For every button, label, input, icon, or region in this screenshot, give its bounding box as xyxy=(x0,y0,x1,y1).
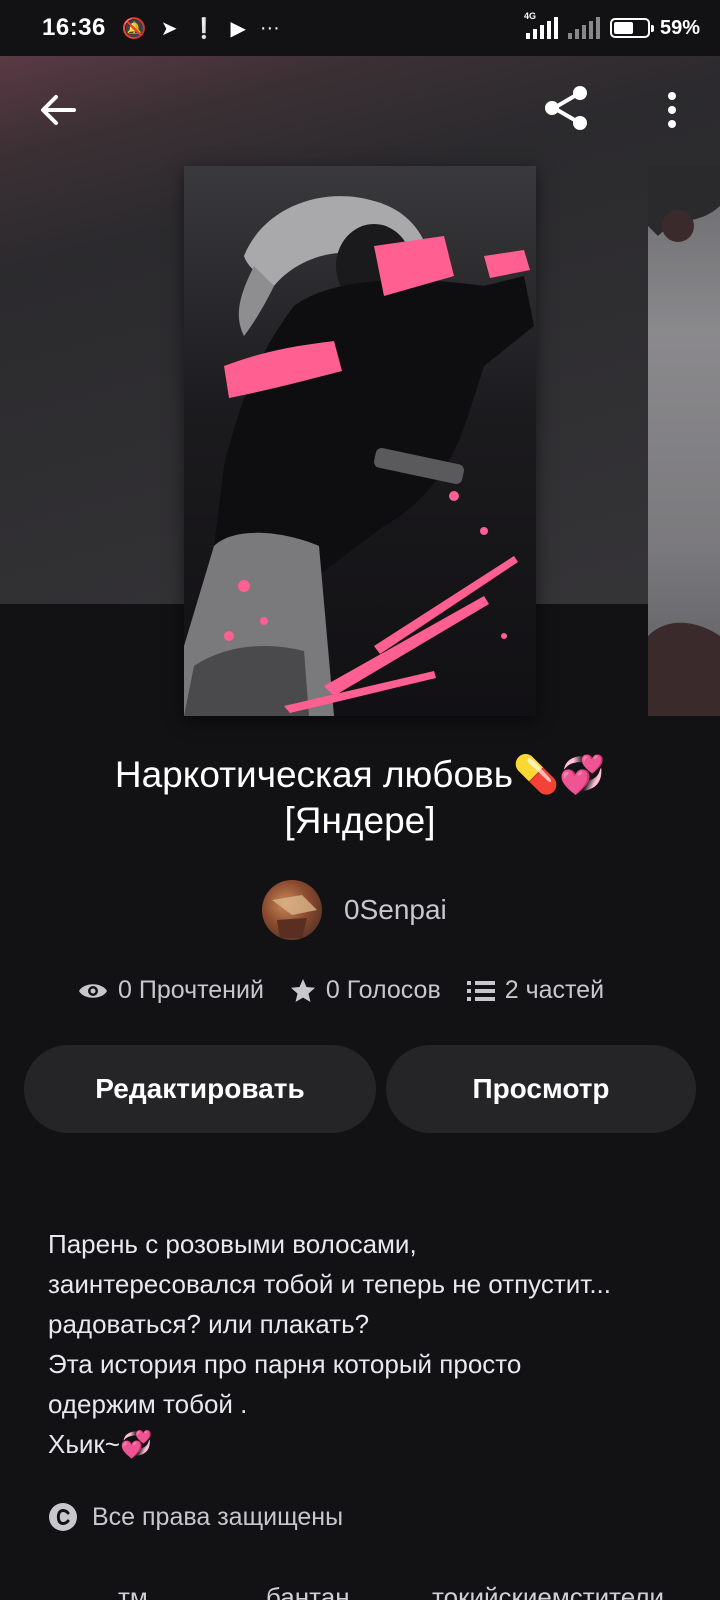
story-title: Наркотическая любовь💊💞 [Яндере] xyxy=(40,752,680,844)
tag-item[interactable]: бантан xyxy=(266,1582,350,1600)
mute-icon: 🔕 xyxy=(121,17,147,40)
story-title-line2: [Яндере] xyxy=(284,800,436,841)
battery-percent: 59% xyxy=(659,16,700,39)
network-label: 4G xyxy=(523,11,536,21)
copyright-row: Все права защищены xyxy=(48,1502,343,1532)
status-time: 16:36 xyxy=(42,14,106,41)
tag-item[interactable]: тм xyxy=(118,1582,148,1600)
story-cover-image[interactable] xyxy=(184,166,536,716)
reads-count: 0 Прочтений xyxy=(118,976,264,1004)
telegram-icon: ➤ xyxy=(160,17,178,40)
tag-item[interactable]: токийскиемстители xyxy=(432,1582,664,1600)
alert-icon: ❕ xyxy=(191,17,217,40)
votes-stat: 0 Голосов xyxy=(290,976,441,1005)
top-navigation xyxy=(0,56,720,166)
more-options-button[interactable] xyxy=(650,86,694,134)
cover-artwork xyxy=(184,196,534,716)
share-button[interactable] xyxy=(540,82,592,134)
copyright-icon xyxy=(49,1503,77,1531)
preview-button[interactable]: Просмотр xyxy=(386,1045,696,1133)
youtube-icon: ▶ xyxy=(230,17,246,40)
action-buttons: Редактировать Просмотр xyxy=(24,1045,696,1133)
eye-icon xyxy=(79,983,107,998)
signal-4g-icon: 4G xyxy=(524,11,558,39)
back-button[interactable] xyxy=(34,86,82,134)
more-notifications-icon: ··· xyxy=(259,16,280,39)
next-cover-image[interactable] xyxy=(648,166,720,716)
next-cover-artwork xyxy=(648,166,720,716)
arrow-left-icon xyxy=(41,95,76,125)
author-avatar[interactable] xyxy=(262,880,322,940)
avatar-artwork xyxy=(272,895,317,938)
parts-stat: 2 частей xyxy=(466,976,605,1005)
author-row[interactable]: 0Senpai xyxy=(262,880,447,940)
share-icon xyxy=(545,86,587,130)
story-stats: 0 Прочтений 0 Голосов 2 частей xyxy=(78,976,604,1005)
tag-list: тм бантан токийскиемстители xyxy=(0,1582,720,1600)
system-icons: 4G 59% xyxy=(524,11,700,40)
battery-icon xyxy=(609,18,654,38)
votes-count: 0 Голосов xyxy=(325,976,441,1004)
story-description: Парень с розовыми волосами, заинтересова… xyxy=(48,1229,611,1459)
edit-button[interactable]: Редактировать xyxy=(24,1045,376,1133)
more-vertical-icon xyxy=(668,92,676,128)
star-icon xyxy=(290,978,315,1002)
status-bar: 16:36 🔕 ➤ ❕ ▶ ··· 4G 59% xyxy=(0,0,720,56)
signal-sim2-icon xyxy=(567,17,600,39)
reads-stat: 0 Прочтений xyxy=(78,976,264,1005)
author-name[interactable]: 0Senpai xyxy=(344,894,447,926)
copyright-text: Все права защищены xyxy=(92,1502,344,1531)
story-title-line1: Наркотическая любовь💊💞 xyxy=(114,754,606,795)
list-icon xyxy=(466,980,495,1001)
parts-count: 2 частей xyxy=(504,976,605,1004)
notification-icons: 🔕 ➤ ❕ ▶ ··· xyxy=(122,16,280,41)
